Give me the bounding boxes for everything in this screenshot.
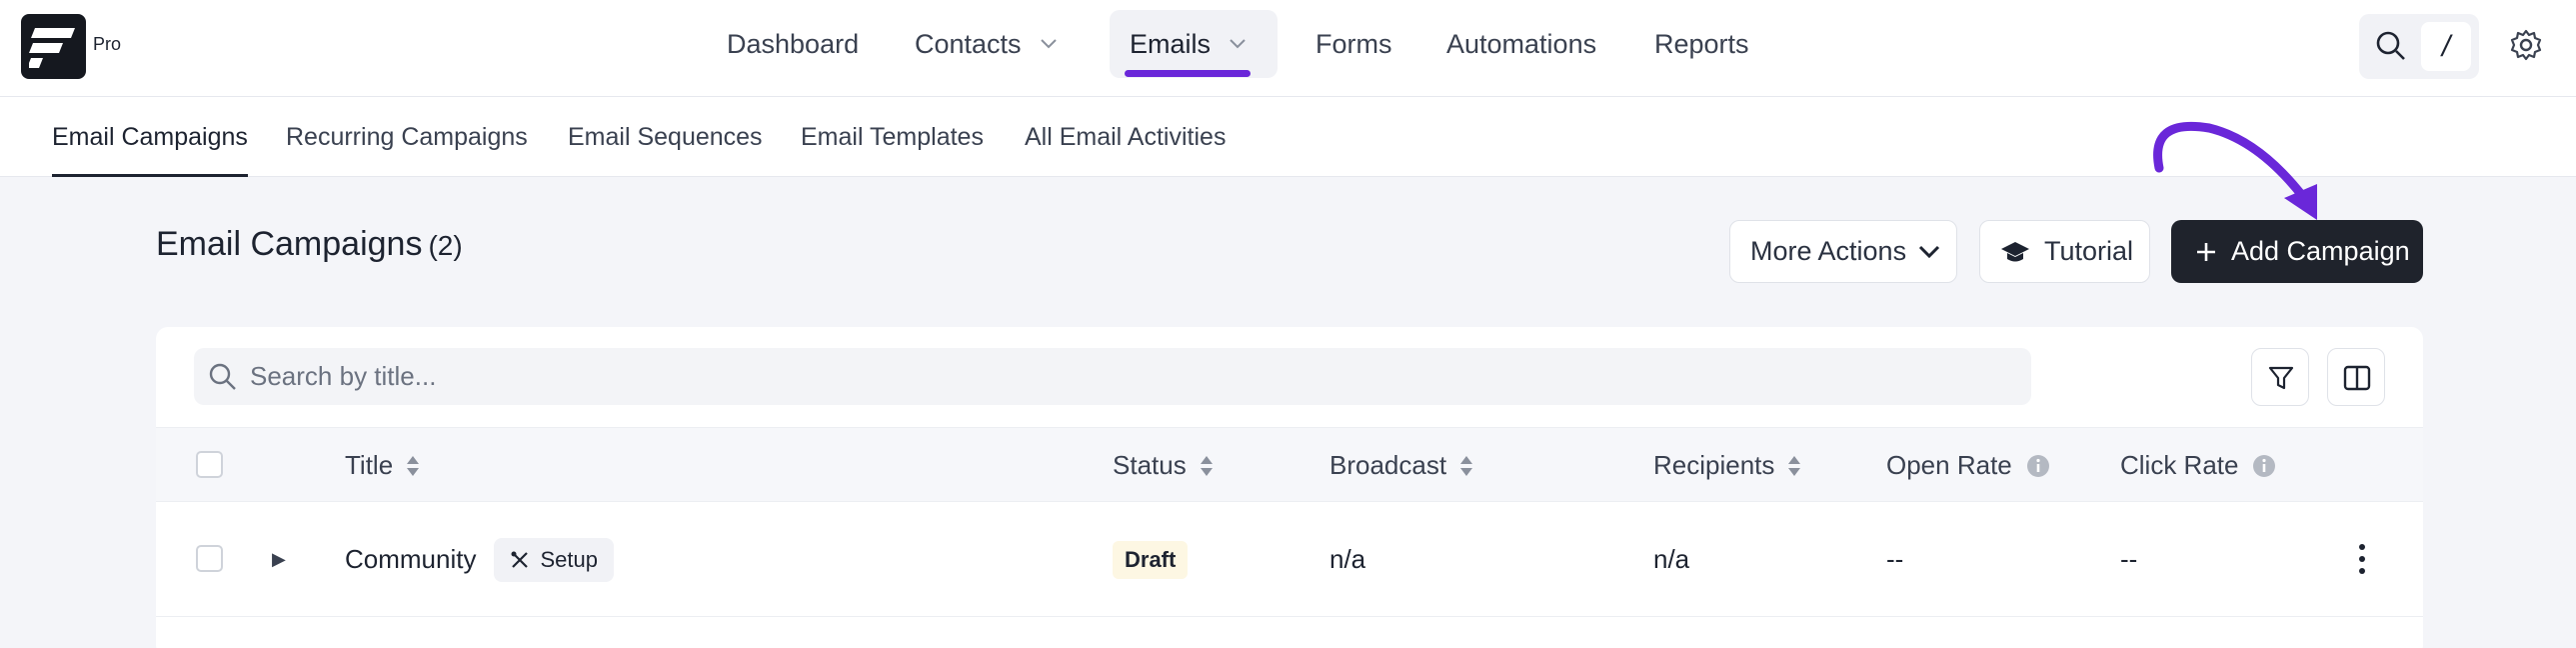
nav-reports[interactable]: Reports — [1634, 10, 1769, 78]
plus-icon — [2197, 242, 2215, 261]
campaigns-table-card: Title Status Broadcast Recipients Open R… — [156, 327, 2423, 648]
filter-button[interactable] — [2251, 348, 2309, 406]
campaign-title-cell[interactable]: Community Setup — [345, 502, 614, 617]
top-navigation-bar: Pro Dashboard Contacts Emails Forms Auto… — [0, 0, 2576, 97]
settings-gear-icon[interactable] — [2509, 28, 2543, 62]
sort-icon — [407, 455, 420, 476]
search-shortcut-key: / — [2421, 22, 2471, 71]
tab-label: All Email Activities — [1025, 122, 1227, 151]
search-icon — [2376, 31, 2405, 60]
table-header: Title Status Broadcast Recipients Open R… — [156, 427, 2423, 502]
select-all-checkbox[interactable] — [196, 451, 223, 478]
column-click-rate-label: Click Rate — [2120, 450, 2239, 480]
info-icon[interactable] — [2026, 454, 2050, 478]
chevron-down-icon — [1919, 245, 1940, 258]
annotation-arrow-icon — [2153, 121, 2317, 220]
page-title-text: Email Campaigns — [156, 225, 423, 263]
column-title-label: Title — [345, 450, 394, 480]
setup-badge-label: Setup — [540, 546, 598, 572]
page-title: Email Campaigns (2) — [156, 225, 463, 264]
search-icon — [209, 363, 236, 390]
column-open-rate: Open Rate — [1886, 428, 2050, 503]
expand-row-icon[interactable]: ▶ — [272, 502, 286, 617]
tab-email-templates[interactable]: Email Templates — [801, 97, 984, 177]
search-input[interactable] — [250, 348, 2009, 405]
sort-icon — [1200, 455, 1213, 476]
search-field — [194, 348, 2031, 405]
open-rate-cell: -- — [1886, 544, 1904, 574]
nav-automations-label: Automations — [1446, 28, 1597, 59]
columns-toggle-button[interactable] — [2327, 348, 2385, 406]
tab-label: Email Templates — [801, 122, 984, 151]
logo-mark-icon — [29, 28, 75, 68]
column-title[interactable]: Title — [345, 428, 421, 503]
chevron-down-icon — [1040, 39, 1057, 49]
sort-icon — [1460, 455, 1473, 476]
column-broadcast-label: Broadcast — [1329, 450, 1447, 480]
nav-forms-label: Forms — [1315, 28, 1392, 59]
table-row[interactable]: ▶ Community Setup Draft n/a n/a -- -- — [156, 502, 2423, 617]
filter-icon — [2268, 366, 2294, 390]
column-status-label: Status — [1113, 450, 1187, 480]
global-search-button[interactable]: / — [2359, 14, 2479, 79]
add-campaign-button[interactable]: Add Campaign — [2171, 220, 2423, 283]
recipients-cell: n/a — [1653, 544, 1690, 574]
nav-automations[interactable]: Automations — [1426, 10, 1616, 78]
add-campaign-label: Add Campaign — [2231, 236, 2410, 266]
nav-contacts[interactable]: Contacts — [895, 10, 1078, 78]
column-status[interactable]: Status — [1113, 428, 1215, 503]
tab-email-campaigns[interactable]: Email Campaigns — [52, 97, 248, 177]
tab-label: Recurring Campaigns — [286, 122, 528, 151]
tools-icon — [511, 551, 529, 568]
nav-contacts-label: Contacts — [915, 28, 1022, 59]
click-rate-cell: -- — [2120, 544, 2138, 574]
status-badge: Draft — [1113, 540, 1189, 579]
tab-recurring-campaigns[interactable]: Recurring Campaigns — [286, 97, 528, 177]
column-recipients-label: Recipients — [1653, 450, 1775, 480]
tab-email-sequences[interactable]: Email Sequences — [568, 97, 763, 177]
sort-icon — [1788, 455, 1801, 476]
nav-forms[interactable]: Forms — [1295, 10, 1412, 78]
tab-label: Email Sequences — [568, 122, 763, 151]
status-cell: Draft — [1113, 502, 1189, 617]
setup-badge[interactable]: Setup — [494, 537, 614, 582]
info-icon[interactable] — [2252, 454, 2276, 478]
nav-dashboard[interactable]: Dashboard — [707, 10, 879, 78]
column-broadcast[interactable]: Broadcast — [1329, 428, 1474, 503]
chevron-down-icon — [1230, 39, 1246, 49]
app-logo[interactable] — [21, 14, 86, 79]
tutorial-label: Tutorial — [2044, 236, 2134, 266]
nav-emails[interactable]: Emails — [1110, 10, 1278, 78]
graduation-cap-icon — [2001, 241, 2029, 261]
tab-label: Email Campaigns — [52, 122, 248, 151]
active-nav-indicator — [1125, 70, 1251, 77]
row-checkbox[interactable] — [196, 545, 223, 572]
column-recipients[interactable]: Recipients — [1653, 428, 1802, 503]
broadcast-cell: n/a — [1329, 544, 1366, 574]
tab-all-email-activities[interactable]: All Email Activities — [1025, 97, 1226, 177]
nav-emails-label: Emails — [1130, 28, 1212, 59]
column-open-rate-label: Open Rate — [1886, 450, 2012, 480]
more-actions-button[interactable]: More Actions — [1729, 220, 1957, 283]
campaign-count: (2) — [428, 230, 463, 261]
tutorial-button[interactable]: Tutorial — [1979, 220, 2150, 283]
plan-badge: Pro — [93, 34, 122, 54]
more-actions-label: More Actions — [1750, 236, 1907, 266]
columns-icon — [2343, 365, 2371, 391]
campaign-title: Community — [345, 544, 477, 574]
more-options-icon[interactable] — [2357, 542, 2367, 576]
nav-dashboard-label: Dashboard — [727, 28, 860, 59]
column-click-rate: Click Rate — [2120, 428, 2276, 503]
nav-reports-label: Reports — [1654, 28, 1749, 59]
